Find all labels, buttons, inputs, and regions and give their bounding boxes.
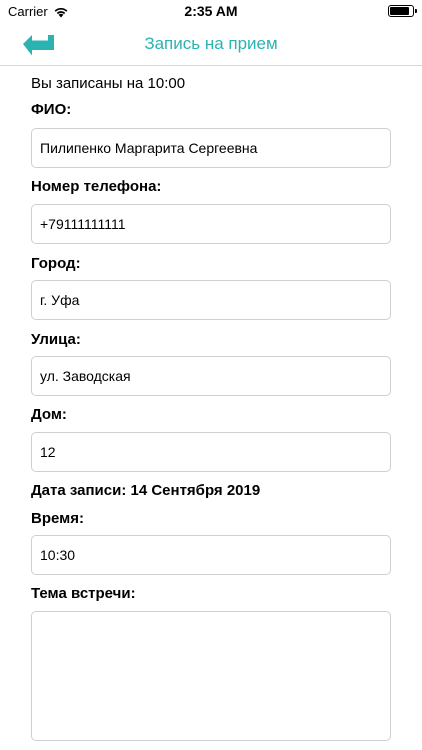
city-label: Город: xyxy=(31,255,81,272)
topic-textarea[interactable] xyxy=(31,611,391,741)
topic-label: Тема встречи: xyxy=(31,585,136,602)
phone-field[interactable]: +79111111111 xyxy=(31,204,391,244)
house-field[interactable]: 12 xyxy=(31,432,391,472)
fio-field[interactable]: Пилипенко Маргарита Сергеевна xyxy=(31,128,391,168)
street-label: Улица: xyxy=(31,331,81,348)
navigation-bar: Запись на прием xyxy=(0,24,422,66)
time-field[interactable]: 10:30 xyxy=(31,535,391,575)
city-field[interactable]: г. Уфа xyxy=(31,280,391,320)
time-label: Время: xyxy=(31,510,84,527)
status-time: 2:35 AM xyxy=(184,3,238,19)
phone-label: Номер телефона: xyxy=(31,178,162,195)
fio-label: ФИО: xyxy=(31,101,72,118)
status-bar: Carrier 2:35 AM xyxy=(0,0,422,24)
battery-icon xyxy=(388,5,417,17)
house-label: Дом: xyxy=(31,406,67,423)
page-title: Запись на прием xyxy=(144,34,278,53)
appointment-date: Дата записи: 14 Сентября 2019 xyxy=(31,482,261,499)
street-field[interactable]: ул. Заводская xyxy=(31,356,391,396)
booking-info-text: Вы записаны на 10:00 xyxy=(31,75,186,92)
